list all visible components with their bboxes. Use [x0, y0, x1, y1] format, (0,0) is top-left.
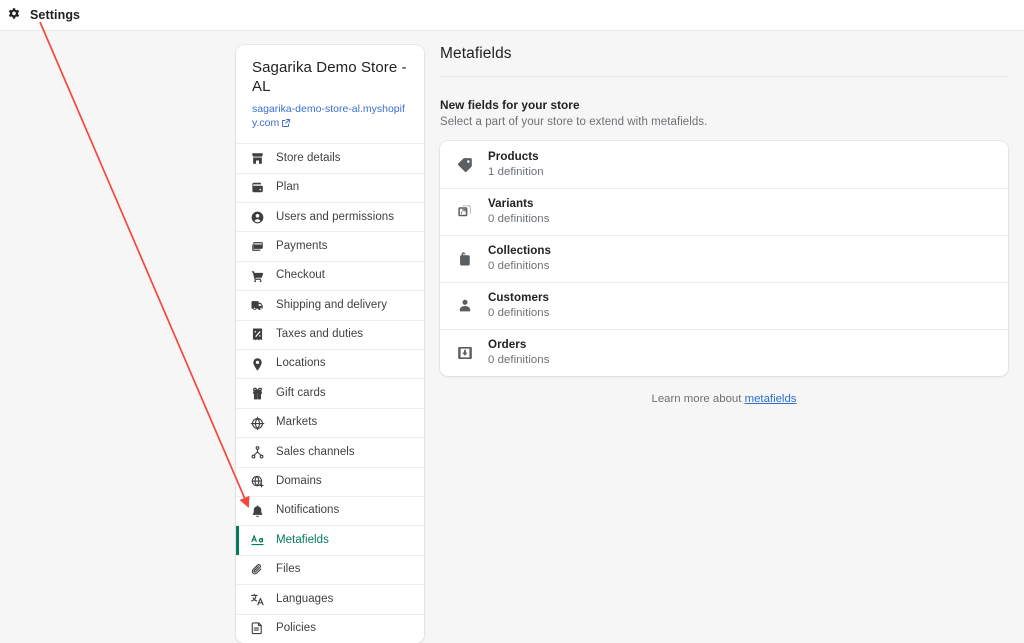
bell-icon: [250, 504, 265, 519]
resource-definition-count: 0 definitions: [488, 213, 550, 226]
metafields-doc-link[interactable]: metafields: [745, 393, 797, 405]
resource-name: Orders: [488, 338, 527, 352]
settings-sidebar: Sagarika Demo Store - AL sagarika-demo-s…: [236, 45, 424, 643]
wallet-icon: [250, 180, 265, 195]
sidebar-item-notifications[interactable]: Notifications: [236, 496, 424, 525]
cart-icon: [250, 269, 265, 284]
resource-row-products[interactable]: Products 1 definition: [440, 141, 1008, 188]
resource-row-text: Products 1 definition: [488, 149, 544, 180]
store-url-link[interactable]: sagarika-demo-store-al.myshopify.com: [252, 102, 408, 132]
pin-icon: [250, 357, 265, 372]
gear-icon: [6, 7, 22, 23]
storefront-icon: [250, 151, 265, 166]
sidebar-item-label: Locations: [276, 357, 326, 370]
resource-row-variants[interactable]: Variants 0 definitions: [440, 188, 1008, 235]
sidebar-item-gift-cards[interactable]: Gift cards: [236, 378, 424, 407]
sidebar-item-locations[interactable]: Locations: [236, 349, 424, 378]
resource-definition-count: 0 definitions: [488, 260, 550, 273]
page-canvas: Sagarika Demo Store - AL sagarika-demo-s…: [0, 31, 1024, 643]
sidebar-item-plan[interactable]: Plan: [236, 172, 424, 202]
resource-name: Variants: [488, 197, 534, 211]
receipt-icon: [250, 327, 265, 342]
sidebar-item-label: Users and permissions: [276, 210, 395, 223]
sidebar-item-label: Markets: [276, 416, 318, 429]
translate-icon: [250, 592, 265, 607]
sidebar-item-payments[interactable]: Payments: [236, 231, 424, 260]
variants-icon: [456, 203, 474, 221]
paperclip-icon: [250, 562, 265, 577]
sidebar-item-sales-channels[interactable]: Sales channels: [236, 437, 424, 466]
external-link-icon: [281, 118, 291, 128]
sidebar-item-label: Languages: [276, 592, 334, 605]
sidebar-item-shipping-and-delivery[interactable]: Shipping and delivery: [236, 290, 424, 319]
top-bar-title: Settings: [30, 8, 81, 22]
learn-more: Learn more about metafields: [440, 393, 1008, 405]
document-icon: [250, 621, 265, 636]
tag-icon: [456, 156, 474, 174]
sidebar-item-label: Sales channels: [276, 445, 355, 458]
globe-icon: [250, 416, 265, 431]
sidebar-item-users-and-permissions[interactable]: Users and permissions: [236, 202, 424, 231]
sidebar-item-label: Taxes and duties: [276, 328, 364, 341]
resource-name: Products: [488, 149, 539, 163]
globe-plus-icon: [250, 474, 265, 489]
resource-definition-count: 0 definitions: [488, 307, 550, 320]
sidebar-item-label: Checkout: [276, 269, 325, 282]
truck-icon: [250, 298, 265, 313]
store-url-text: sagarika-demo-store-al.myshopify.com: [252, 102, 405, 130]
sidebar-item-label: Files: [276, 563, 301, 576]
sidebar-item-label: Notifications: [276, 504, 340, 517]
resource-name: Collections: [488, 244, 552, 258]
resource-row-text: Collections 0 definitions: [488, 243, 551, 274]
sidebar-item-languages[interactable]: Languages: [236, 584, 424, 613]
section-subtitle: Select a part of your store to extend wi…: [440, 116, 708, 128]
resource-row-customers[interactable]: Customers 0 definitions: [440, 282, 1008, 329]
sidebar-item-taxes-and-duties[interactable]: Taxes and duties: [236, 319, 424, 349]
resource-definition-count: 1 definition: [488, 165, 544, 178]
store-header: Sagarika Demo Store - AL sagarika-demo-s…: [236, 45, 424, 143]
section-title: New fields for your store: [440, 98, 580, 112]
section-header: New fields for your store Select a part …: [440, 98, 1008, 128]
collection-icon: [456, 250, 474, 268]
resource-row-orders[interactable]: Orders 0 definitions: [440, 329, 1008, 376]
sidebar-item-store-details[interactable]: Store details: [236, 143, 424, 172]
sidebar-item-files[interactable]: Files: [236, 554, 424, 584]
orders-icon: [456, 344, 474, 362]
resource-name: Customers: [488, 291, 550, 305]
sidebar-item-markets[interactable]: Markets: [236, 407, 424, 437]
store-name: Sagarika Demo Store - AL: [252, 59, 407, 95]
card-icon: [250, 239, 265, 254]
hierarchy-icon: [250, 445, 265, 460]
sidebar-item-label: Gift cards: [276, 386, 326, 399]
main-content: Metafields New fields for your store Sel…: [440, 45, 1008, 405]
sidebar-item-label: Store details: [276, 151, 341, 164]
resource-definition-count: 0 definitions: [488, 354, 550, 367]
resource-row-collections[interactable]: Collections 0 definitions: [440, 235, 1008, 282]
person-icon: [250, 210, 265, 225]
sidebar-item-domains[interactable]: Domains: [236, 466, 424, 496]
sidebar-item-label: Domains: [276, 475, 322, 488]
resource-row-text: Customers 0 definitions: [488, 290, 549, 321]
settings-nav-list: Store details Plan Users and permissions Pa…: [236, 143, 424, 643]
sidebar-item-policies[interactable]: Policies: [236, 613, 424, 643]
sidebar-item-checkout[interactable]: Checkout: [236, 260, 424, 290]
resource-row-text: Variants 0 definitions: [488, 196, 549, 227]
gift-icon: [250, 386, 265, 401]
sidebar-item-label: Metafields: [276, 533, 329, 546]
sidebar-item-label: Payments: [276, 239, 328, 252]
resource-list-card: Products 1 definition Variants 0 definition…: [440, 141, 1008, 376]
sidebar-item-label: Shipping and delivery: [276, 298, 388, 311]
top-bar: Settings: [0, 0, 1024, 31]
customer-icon: [456, 297, 474, 315]
page-title: Metafields: [440, 45, 1008, 77]
sidebar-item-metafields[interactable]: Metafields: [236, 525, 424, 556]
aa-text-icon: [250, 533, 265, 548]
sidebar-item-label: Plan: [276, 181, 300, 194]
resource-row-text: Orders 0 definitions: [488, 337, 549, 368]
learn-more-text: Learn more about: [651, 393, 745, 405]
